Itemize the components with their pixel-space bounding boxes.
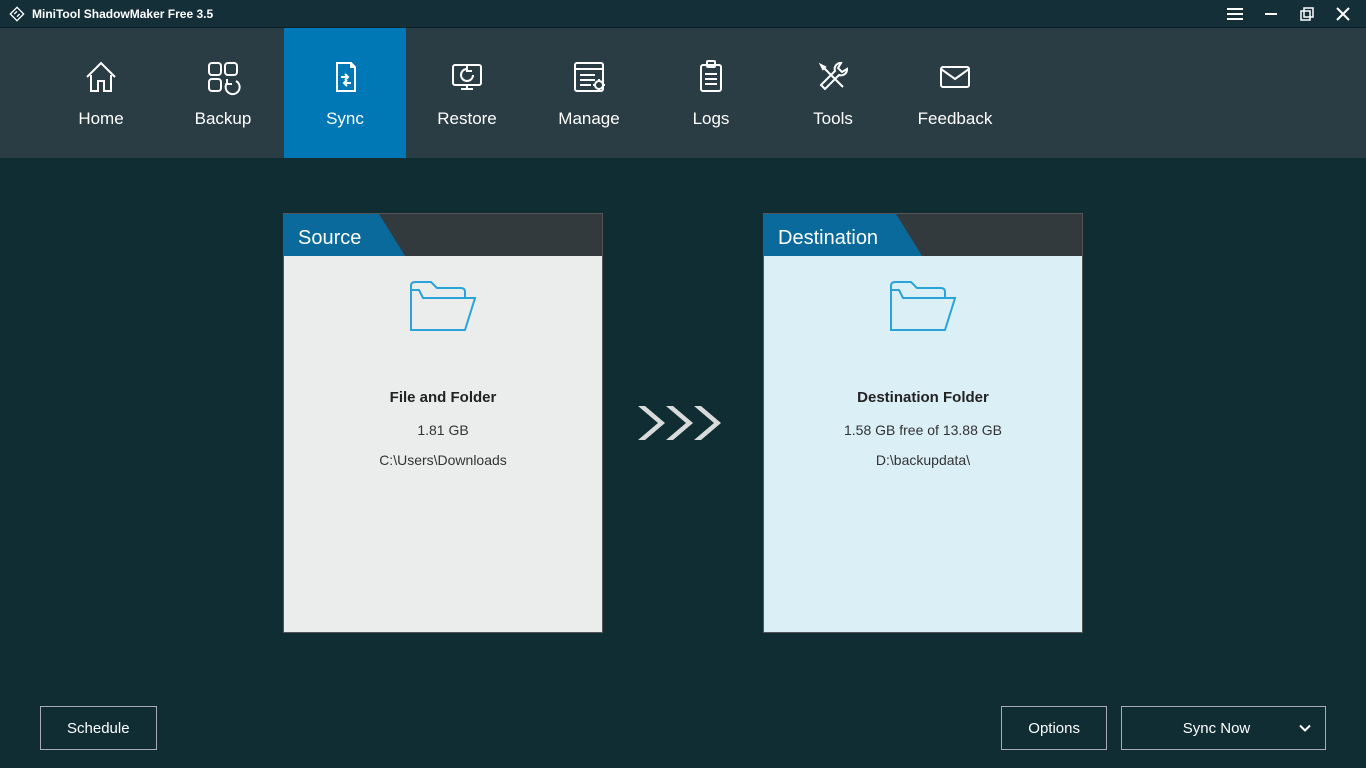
source-size: 1.81 GB: [417, 422, 468, 438]
folder-open-icon: [883, 274, 963, 349]
nav-label: Manage: [558, 109, 619, 129]
schedule-button[interactable]: Schedule: [40, 706, 157, 750]
main-nav: Home Backup Sync: [0, 28, 1366, 158]
nav-manage[interactable]: Manage: [528, 28, 650, 158]
tools-icon: [813, 57, 853, 97]
nav-label: Backup: [195, 109, 252, 129]
nav-label: Home: [78, 109, 123, 129]
app-logo-icon: [8, 5, 26, 23]
source-body: File and Folder 1.81 GB C:\Users\Downloa…: [284, 256, 602, 632]
logs-icon: [691, 57, 731, 97]
nav-label: Restore: [437, 109, 497, 129]
maximize-button[interactable]: [1292, 3, 1322, 25]
chevron-down-icon: [1299, 720, 1311, 737]
window-controls: [1220, 3, 1358, 25]
sync-content: Source File and Folder 1.81 GB C:\Users\…: [0, 158, 1366, 688]
app-title: MiniTool ShadowMaker Free 3.5: [32, 7, 213, 21]
menu-button[interactable]: [1220, 3, 1250, 25]
footer: Schedule Options Sync Now: [0, 688, 1366, 768]
source-title: File and Folder: [390, 389, 497, 406]
home-icon: [81, 57, 121, 97]
nav-feedback[interactable]: Feedback: [894, 28, 1016, 158]
nav-home[interactable]: Home: [40, 28, 162, 158]
titlebar: MiniTool ShadowMaker Free 3.5: [0, 0, 1366, 28]
minimize-button[interactable]: [1256, 3, 1286, 25]
backup-icon: [203, 57, 243, 97]
sync-icon: [325, 57, 365, 97]
manage-icon: [569, 57, 609, 97]
sync-now-label: Sync Now: [1183, 720, 1251, 737]
destination-card[interactable]: Destination Destination Folder 1.58 GB f…: [763, 213, 1083, 633]
nav-label: Feedback: [918, 109, 993, 129]
source-header: Source: [284, 214, 602, 256]
destination-title: Destination Folder: [857, 389, 989, 406]
folder-open-icon: [403, 274, 483, 349]
nav-backup[interactable]: Backup: [162, 28, 284, 158]
close-button[interactable]: [1328, 3, 1358, 25]
nav-logs[interactable]: Logs: [650, 28, 772, 158]
nav-sync[interactable]: Sync: [284, 28, 406, 158]
destination-size: 1.58 GB free of 13.88 GB: [844, 422, 1002, 438]
arrows-icon: [633, 398, 733, 448]
source-path: C:\Users\Downloads: [379, 452, 507, 468]
nav-tools[interactable]: Tools: [772, 28, 894, 158]
nav-label: Tools: [813, 109, 853, 129]
destination-header: Destination: [764, 214, 1082, 256]
source-card[interactable]: Source File and Folder 1.81 GB C:\Users\…: [283, 213, 603, 633]
destination-path: D:\backupdata\: [876, 452, 970, 468]
options-button[interactable]: Options: [1001, 706, 1107, 750]
destination-body: Destination Folder 1.58 GB free of 13.88…: [764, 256, 1082, 632]
restore-icon: [447, 57, 487, 97]
source-header-label: Source: [284, 214, 379, 256]
feedback-icon: [935, 57, 975, 97]
sync-now-button[interactable]: Sync Now: [1121, 706, 1326, 750]
destination-header-label: Destination: [764, 214, 896, 256]
nav-restore[interactable]: Restore: [406, 28, 528, 158]
nav-label: Sync: [326, 109, 364, 129]
nav-label: Logs: [693, 109, 730, 129]
